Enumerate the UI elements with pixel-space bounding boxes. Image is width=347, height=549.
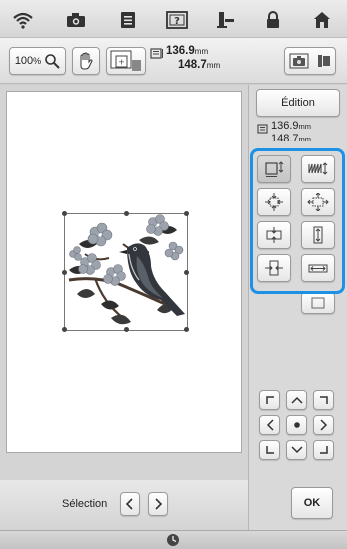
zoom-button[interactable]: 100%: [9, 47, 66, 75]
camera-frame-icon: [289, 53, 309, 69]
arrow-down-icon: [290, 446, 303, 454]
clock-icon: [166, 533, 180, 547]
move-up-left-button[interactable]: [259, 390, 280, 410]
width-unit: mm: [194, 47, 209, 56]
help-icon[interactable]: ?: [164, 9, 190, 31]
move-down-left-button[interactable]: [259, 440, 280, 460]
resize-handle-bc[interactable]: [124, 327, 129, 332]
editing-canvas-area: [0, 85, 248, 505]
resize-handle-bl[interactable]: [62, 327, 67, 332]
extra-edit-button[interactable]: [301, 292, 335, 314]
move-right-button[interactable]: [313, 415, 334, 435]
scan-camera-button[interactable]: [284, 47, 336, 75]
resize-handle-ml[interactable]: [62, 270, 67, 275]
height-value: 148.7: [178, 59, 207, 71]
arrow-down-right-icon: [319, 445, 329, 455]
resize-handle-br[interactable]: [184, 327, 189, 332]
arrow-left-icon: [266, 419, 274, 431]
lock-icon[interactable]: [260, 9, 286, 31]
width-value: 136.9: [166, 45, 195, 57]
home-icon[interactable]: [309, 9, 335, 31]
selection-prev-button[interactable]: [120, 492, 140, 516]
bottom-bar: [0, 530, 347, 549]
move-down-right-button[interactable]: [313, 440, 334, 460]
side-width-unit: mm: [298, 122, 312, 131]
resize-handle-tr[interactable]: [184, 211, 189, 216]
move-up-right-button[interactable]: [313, 390, 334, 410]
hand-icon: [78, 52, 94, 70]
svg-text:?: ?: [174, 16, 180, 27]
resize-handle-tc[interactable]: [124, 211, 129, 216]
wifi-icon[interactable]: [10, 9, 36, 31]
zoom-unit: %: [33, 56, 42, 66]
highlight-frame: [250, 148, 345, 294]
size-frame-icon: [150, 48, 164, 60]
size-readout: 136.9mm 148.7mm: [166, 44, 220, 72]
preview-frames-icon: +: [110, 50, 142, 72]
document-icon[interactable]: [115, 9, 141, 31]
arrow-up-left-icon: [265, 395, 275, 405]
arrow-right-icon: [319, 419, 328, 431]
side-width-value: 136.9: [271, 120, 299, 132]
arrow-down-left-icon: [265, 445, 275, 455]
editing-canvas[interactable]: [6, 91, 242, 453]
preview-button[interactable]: +: [106, 47, 146, 75]
chevron-right-icon: [154, 498, 162, 510]
embroidery-pattern[interactable]: [62, 211, 189, 332]
side-size-frame-icon: [257, 124, 269, 135]
resize-handle-tl[interactable]: [62, 211, 67, 216]
status-bar: ?: [0, 0, 347, 38]
pan-button[interactable]: [72, 47, 100, 75]
move-up-button[interactable]: [286, 390, 307, 410]
move-left-button[interactable]: [259, 415, 280, 435]
bird-on-blossom-illustration: [68, 214, 185, 325]
projector-icon: [317, 53, 331, 69]
thread-spool-icon[interactable]: [213, 9, 239, 31]
edition-button[interactable]: Édition: [256, 89, 340, 117]
chevron-left-icon: [126, 498, 134, 510]
svg-text:+: +: [118, 58, 125, 67]
center-dot-icon: [293, 421, 301, 429]
side-size-readout: 136.9mm 148.7mm: [271, 119, 312, 142]
move-center-button[interactable]: [286, 415, 307, 435]
side-height-unit: mm: [298, 135, 312, 141]
selection-label: Sélection: [62, 498, 108, 510]
arrow-up-icon: [290, 396, 303, 404]
camera-icon[interactable]: [63, 9, 89, 31]
move-down-button[interactable]: [286, 440, 307, 460]
ok-button[interactable]: OK: [291, 487, 333, 519]
selection-next-button[interactable]: [148, 492, 168, 516]
side-height-value: 148.7: [271, 133, 299, 142]
arrow-up-right-icon: [319, 395, 329, 405]
resize-handle-mr[interactable]: [184, 270, 189, 275]
height-unit: mm: [206, 61, 221, 70]
zoom-value: 100: [14, 55, 34, 67]
magnifier-icon: [44, 53, 60, 69]
blank-frame-icon: [311, 297, 325, 309]
